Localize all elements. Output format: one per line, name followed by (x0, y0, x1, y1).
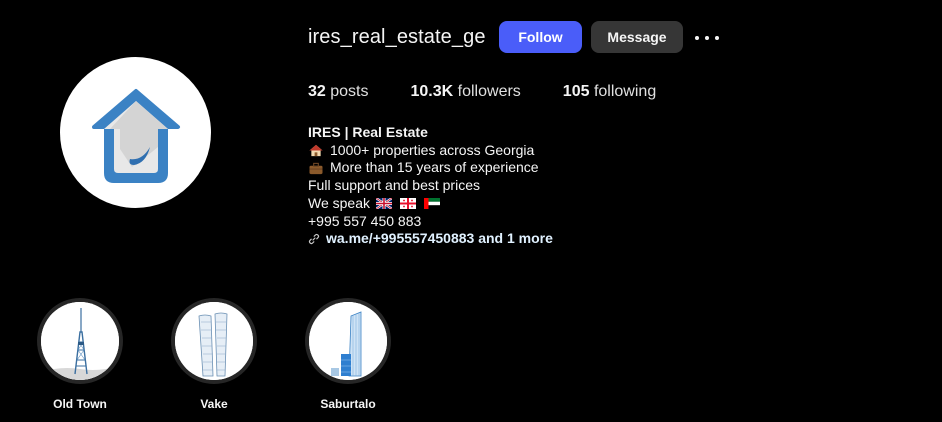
profile-name: IRES | Real Estate (308, 124, 428, 140)
profile-stats: 32 posts 10.3K followers 105 following (308, 83, 698, 101)
bio-line3: Full support and best prices (308, 177, 480, 194)
house-emoji-icon (309, 144, 323, 157)
highlight-cover (309, 302, 387, 380)
profile-bio: IRES | Real Estate 1000+ properties acro… (308, 124, 553, 248)
uk-flag-icon (376, 198, 392, 210)
uae-flag-icon (424, 198, 440, 210)
glass-tower-icon (309, 302, 387, 380)
profile-avatar[interactable] (60, 57, 211, 208)
highlight-label: Old Town (53, 397, 107, 411)
highlight-label: Saburtalo (320, 397, 376, 411)
house-logo-icon (91, 88, 180, 183)
highlight-cover (41, 302, 119, 380)
following-stat[interactable]: 105 following (563, 83, 656, 101)
bio-phone: +995 557 450 883 (308, 212, 422, 229)
username: ires_real_estate_ge (308, 26, 486, 48)
briefcase-emoji-icon (309, 162, 323, 174)
tv-tower-icon (41, 302, 119, 380)
followers-stat[interactable]: 10.3K followers (411, 83, 521, 101)
message-button[interactable]: Message (591, 21, 683, 53)
posts-label: posts (330, 83, 369, 100)
bio-line-properties: 1000+ properties across Georgia (308, 142, 553, 160)
highlight-vake[interactable]: Vake (169, 298, 259, 411)
georgia-flag-icon (400, 198, 416, 210)
bio-line1: 1000+ properties across Georgia (330, 141, 535, 158)
link-icon (308, 233, 320, 245)
posts-stat: 32 posts (308, 83, 369, 101)
bio-link[interactable]: wa.me/+995557450883 and 1 more (308, 230, 553, 248)
following-label: following (593, 83, 657, 100)
followers-count: 10.3K (410, 83, 454, 100)
follow-button[interactable]: Follow (499, 21, 582, 53)
followers-label: followers (457, 83, 521, 100)
twin-towers-icon (175, 302, 253, 380)
bio-line4: We speak (308, 194, 370, 211)
more-options-icon[interactable] (695, 30, 719, 46)
highlight-label: Vake (200, 397, 228, 411)
highlight-cover (175, 302, 253, 380)
highlight-ring (305, 298, 391, 384)
highlight-ring (171, 298, 257, 384)
posts-count: 32 (308, 83, 326, 100)
highlight-saburtalo[interactable]: Saburtalo (303, 298, 393, 411)
following-count: 105 (562, 83, 590, 100)
highlight-old-town[interactable]: Old Town (35, 298, 125, 411)
bio-line-experience: More than 15 years of experience (308, 159, 553, 177)
bio-link-text: wa.me/+995557450883 and 1 more (326, 230, 553, 247)
highlight-ring (37, 298, 123, 384)
bio-line-languages: We speak (308, 195, 553, 213)
bio-line2: More than 15 years of experience (330, 159, 539, 176)
